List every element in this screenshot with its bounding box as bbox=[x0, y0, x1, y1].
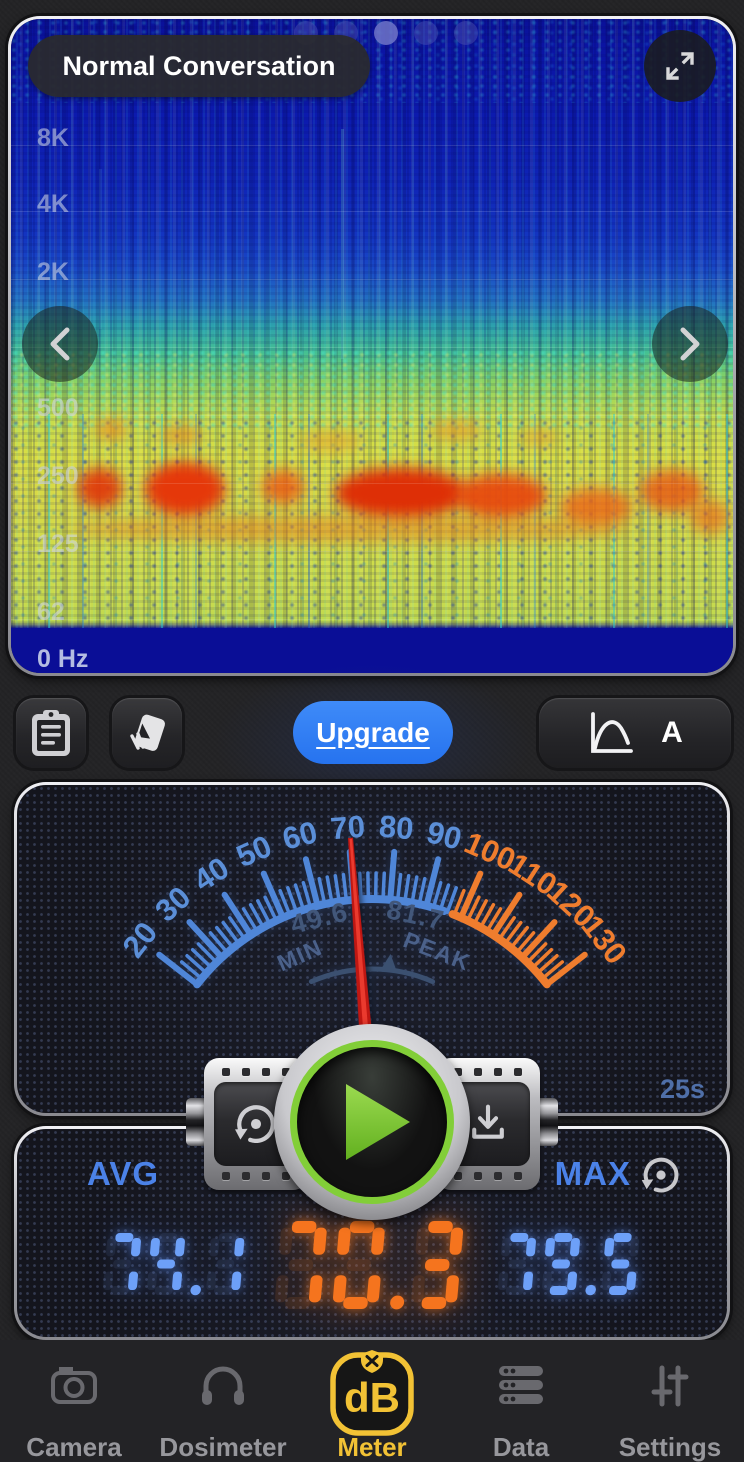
energy-blob bbox=[70, 516, 630, 542]
freq-label: 125 bbox=[37, 530, 79, 559]
weighting-value: A bbox=[661, 716, 683, 750]
tab-dosimeter[interactable]: Dosimeter bbox=[149, 1340, 297, 1462]
spectrogram-streak bbox=[341, 129, 344, 359]
svg-text:81.7: 81.7 bbox=[384, 894, 448, 936]
energy-blob bbox=[520, 428, 558, 446]
decibel-meter-app: 8K 4K 2K 500 250 125 62 0 Hz Normal Conversatio… bbox=[0, 0, 744, 1462]
avg-label: AVG bbox=[87, 1155, 159, 1193]
spectrogram-image[interactable]: 8K 4K 2K 500 250 125 62 0 Hz bbox=[11, 19, 733, 673]
gridline bbox=[11, 483, 733, 484]
gridline bbox=[11, 211, 733, 212]
avg-display bbox=[101, 1231, 252, 1302]
sliders-icon bbox=[647, 1364, 693, 1408]
data-list-icon bbox=[497, 1364, 545, 1406]
camera-icon bbox=[49, 1364, 99, 1406]
upgrade-button[interactable]: Upgrade bbox=[293, 701, 453, 764]
tab-label: Settings bbox=[619, 1432, 722, 1462]
elapsed-time: 25s bbox=[660, 1074, 705, 1105]
transport-cluster bbox=[186, 1048, 558, 1222]
chevron-left-icon bbox=[45, 324, 75, 364]
play-icon bbox=[312, 1062, 432, 1182]
db-meter-logo-icon: dB bbox=[326, 1348, 418, 1440]
tab-label: Meter bbox=[337, 1432, 406, 1462]
freq-label: 0 Hz bbox=[37, 645, 88, 673]
energy-blob bbox=[335, 468, 467, 518]
freq-label: 500 bbox=[37, 394, 79, 423]
preset-pill[interactable]: Normal Conversation bbox=[28, 35, 370, 97]
page-dot bbox=[414, 21, 438, 45]
report-button[interactable] bbox=[16, 698, 86, 768]
tab-label: Camera bbox=[26, 1432, 121, 1462]
energy-blob bbox=[690, 500, 730, 534]
upgrade-label: Upgrade bbox=[316, 717, 430, 749]
max-reset-button[interactable] bbox=[639, 1153, 683, 1202]
energy-blob bbox=[262, 470, 304, 504]
headphones-icon bbox=[199, 1364, 247, 1408]
svg-text:70: 70 bbox=[329, 809, 366, 847]
max-display bbox=[496, 1231, 647, 1302]
gridline bbox=[11, 551, 733, 552]
response-curve-icon bbox=[587, 710, 639, 756]
next-page-button[interactable] bbox=[652, 306, 728, 382]
energy-blob bbox=[455, 474, 547, 518]
peak-marker bbox=[380, 954, 398, 973]
clipboard-icon bbox=[29, 708, 73, 758]
prev-page-button[interactable] bbox=[22, 306, 98, 382]
gridline bbox=[11, 279, 733, 280]
page-dot-active bbox=[374, 21, 398, 45]
svg-text:50: 50 bbox=[231, 828, 277, 874]
spectrogram-streak bbox=[99, 169, 102, 329]
page-dot bbox=[454, 21, 478, 45]
flashcards-button[interactable] bbox=[112, 698, 182, 768]
play-button-core bbox=[290, 1040, 454, 1204]
tab-bar: Camera Dosimeter dB Meter bbox=[0, 1340, 744, 1462]
gridline bbox=[11, 619, 733, 620]
save-icon bbox=[465, 1101, 511, 1147]
tab-label: Data bbox=[493, 1432, 549, 1462]
svg-text:dB: dB bbox=[344, 1374, 400, 1421]
freq-label: 2K bbox=[37, 258, 69, 287]
min-peak-arc bbox=[311, 969, 432, 982]
gridline bbox=[11, 145, 733, 146]
tab-settings[interactable]: Settings bbox=[596, 1340, 744, 1462]
freq-label: 8K bbox=[37, 124, 69, 153]
energy-blob bbox=[145, 462, 225, 516]
tab-data[interactable]: Data bbox=[447, 1340, 595, 1462]
svg-text:60: 60 bbox=[279, 814, 321, 856]
play-button[interactable] bbox=[274, 1024, 470, 1220]
freq-label: 4K bbox=[37, 190, 69, 219]
svg-text:90: 90 bbox=[423, 814, 465, 856]
svg-text:40: 40 bbox=[187, 850, 235, 898]
svg-text:MIN: MIN bbox=[273, 934, 326, 976]
gridline bbox=[11, 415, 733, 416]
gridline bbox=[11, 347, 733, 348]
min-peak-labels: MINPEAK49.681.7 bbox=[273, 894, 474, 976]
energy-blob bbox=[78, 468, 122, 508]
svg-text:80: 80 bbox=[378, 809, 415, 847]
spectrogram-panel: 8K 4K 2K 500 250 125 62 0 Hz Normal Conversatio… bbox=[8, 16, 736, 676]
energy-blob bbox=[300, 430, 362, 452]
chevron-right-icon bbox=[675, 324, 705, 364]
tab-label: Dosimeter bbox=[159, 1432, 286, 1462]
weighting-button[interactable]: A bbox=[539, 698, 731, 768]
energy-blob bbox=[160, 425, 202, 445]
reset-icon bbox=[639, 1153, 683, 1197]
tab-camera[interactable]: Camera bbox=[0, 1340, 148, 1462]
fullscreen-button[interactable] bbox=[644, 30, 716, 102]
current-db-display bbox=[274, 1219, 470, 1316]
svg-text:49.6: 49.6 bbox=[287, 896, 351, 940]
energy-blob bbox=[430, 420, 482, 440]
freq-label: 250 bbox=[37, 462, 79, 491]
expand-icon bbox=[663, 49, 697, 83]
freq-label: 62 bbox=[37, 598, 65, 627]
preset-label: Normal Conversation bbox=[62, 51, 335, 82]
energy-blob bbox=[95, 418, 127, 440]
max-label: MAX bbox=[555, 1155, 631, 1193]
reset-icon bbox=[232, 1100, 280, 1148]
tab-meter[interactable]: dB Meter bbox=[298, 1340, 446, 1462]
flashcards-icon bbox=[122, 708, 172, 758]
